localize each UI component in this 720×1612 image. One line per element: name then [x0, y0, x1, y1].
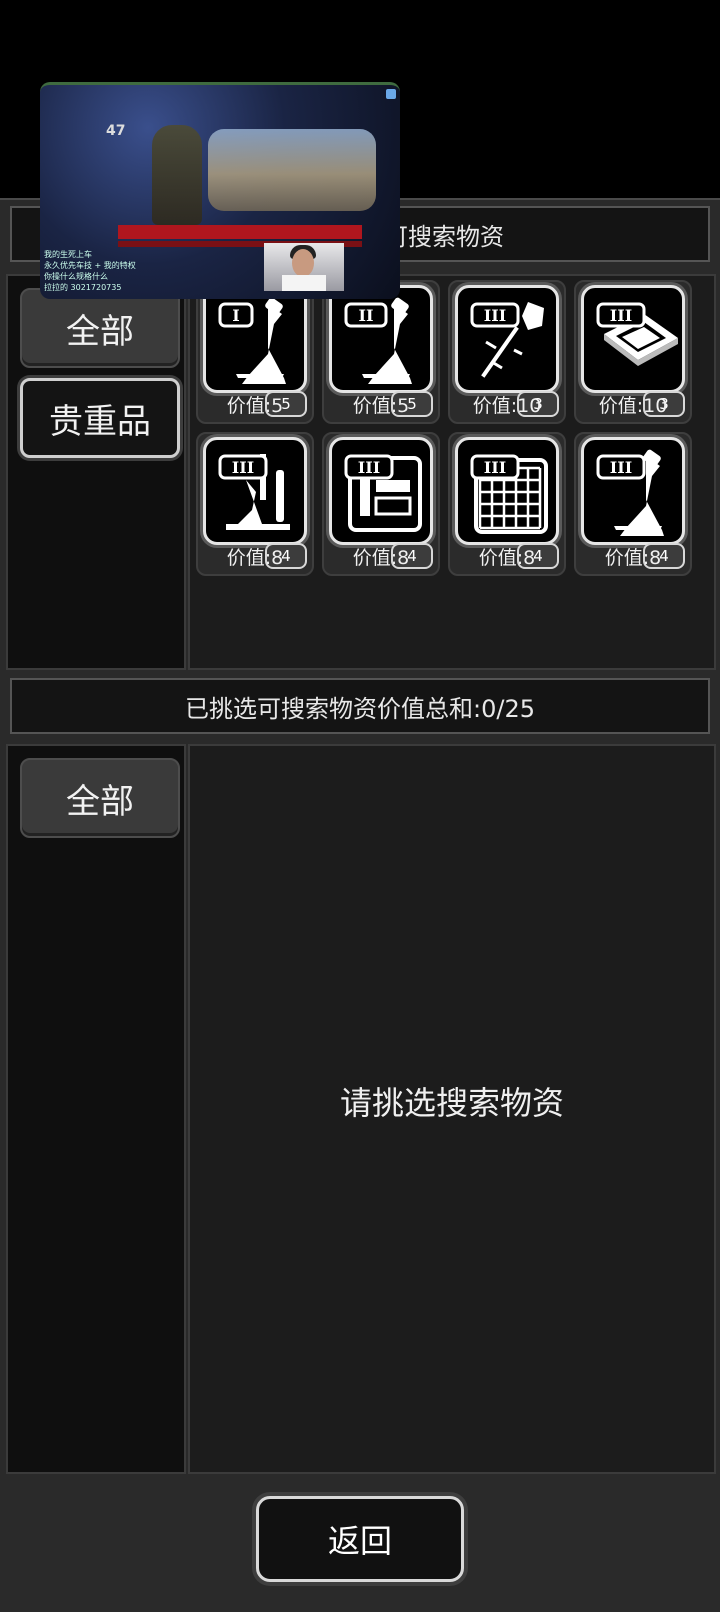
video-red-banner — [118, 225, 362, 239]
scepter-tier-3-icon: III — [455, 285, 559, 393]
item-value-label: 价值:8 — [352, 547, 410, 569]
video-level-text: 47 — [106, 123, 126, 139]
flask-tier-3-icon: III — [581, 437, 685, 545]
item-slot[interactable]: II 5 价值:5 — [322, 280, 440, 424]
chat-line: 我的生死上车 — [44, 250, 92, 259]
svg-text:III: III — [484, 306, 506, 325]
floating-video-overlay[interactable]: 47 我的生死上车 永久优先车技 + 我的特权 你操什么规格什么 拉拉的 302… — [40, 82, 400, 299]
item-slot[interactable]: III 4 价值:8 — [574, 432, 692, 576]
item-value-label: 价值:8 — [604, 547, 662, 569]
svg-text:III: III — [610, 306, 632, 325]
svg-text:III: III — [610, 458, 632, 477]
item-value-label: 价值:8 — [478, 547, 536, 569]
item-slot[interactable]: III 3 价值:10 — [574, 280, 692, 424]
chat-line: 拉拉的 3021720735 — [44, 283, 122, 292]
back-button-label: 返回 — [327, 1522, 392, 1560]
overlay-corner-icon[interactable] — [386, 89, 396, 99]
svg-text:II: II — [359, 306, 374, 325]
back-button[interactable]: 返回 — [256, 1496, 464, 1582]
svg-text:I: I — [232, 306, 239, 325]
category-all-label: 全部 — [66, 311, 134, 352]
category-all-button-selected[interactable]: 全部 — [20, 758, 180, 838]
item-slot[interactable]: III 4 价值:8 — [196, 432, 314, 576]
selected-total-label: 已挑选可搜索物资价值总和:0/25 — [185, 694, 535, 723]
item-value-label: 价值:5 — [226, 395, 284, 417]
video-chat: 我的生死上车 永久优先车技 + 我的特权 你操什么规格什么 拉拉的 302172… — [44, 249, 136, 293]
selected-items-area: 请挑选搜索物资 — [188, 744, 716, 1474]
svg-text:III: III — [484, 458, 506, 477]
available-items-grid: I 5 价值:5 II 5 价值:5 III 3 价值:10 III 3 价值:… — [188, 274, 716, 670]
svg-text:III: III — [358, 458, 380, 477]
video-scene — [208, 129, 376, 211]
video-soldier — [152, 125, 202, 225]
item-value-label: 价值:10 — [598, 395, 668, 417]
category-sidebar-top: 全部 贵重品 — [6, 274, 186, 670]
item-slot[interactable]: III 4 价值:8 — [322, 432, 440, 576]
grid-panel-tier-3-icon: III — [455, 437, 559, 545]
selected-total-header: 已挑选可搜索物资价值总和:0/25 — [10, 678, 710, 734]
empty-selection-hint: 请挑选搜索物资 — [339, 1084, 564, 1122]
streamer-camera — [264, 243, 344, 291]
item-slot[interactable]: III 4 价值:8 — [448, 432, 566, 576]
lab-equipment-tier-3-icon: III — [203, 437, 307, 545]
circuit-board-tier-3-icon: III — [329, 437, 433, 545]
flask-tier-1-icon: I — [203, 285, 307, 393]
category-valuables-button[interactable]: 贵重品 — [20, 378, 180, 458]
category-all-button[interactable]: 全部 — [20, 288, 180, 368]
category-sidebar-bottom: 全部 — [6, 744, 186, 1474]
chat-line: 永久优先车技 + 我的特权 — [44, 261, 136, 270]
category-valuables-label: 贵重品 — [49, 401, 151, 442]
item-value-label: 价值:8 — [226, 547, 284, 569]
category-all-label-selected: 全部 — [66, 781, 134, 822]
chip-tier-3-icon: III — [581, 285, 685, 393]
item-value-label: 价值:5 — [352, 395, 410, 417]
item-value-label: 价值:10 — [472, 395, 542, 417]
chat-line: 你操什么规格什么 — [44, 272, 108, 281]
item-slot[interactable]: I 5 价值:5 — [196, 280, 314, 424]
svg-text:III: III — [232, 458, 254, 477]
item-slot[interactable]: III 3 价值:10 — [448, 280, 566, 424]
bottom-bar: 返回 — [0, 1476, 720, 1610]
flask-tier-2-icon: II — [329, 285, 433, 393]
